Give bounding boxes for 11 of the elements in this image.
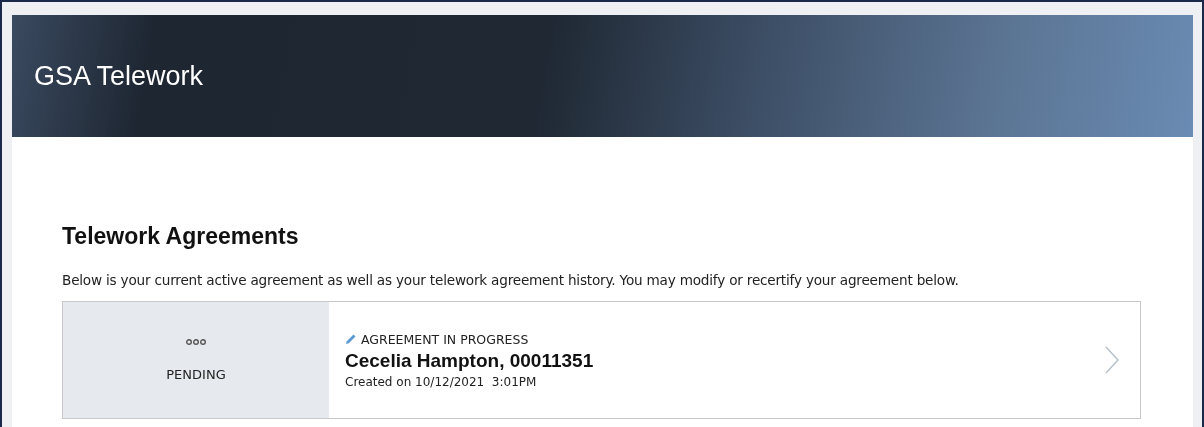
pencil-icon — [345, 333, 357, 345]
status-text: PENDING — [166, 366, 226, 382]
agreement-card[interactable]: PENDING AGREEMENT IN PROGRESS Cecelia Hampton, 00011351 Created on 10/12/2021 3:01PM — [62, 301, 1141, 419]
app-title: GSA Telework — [34, 60, 204, 92]
page-heading: Telework Agreements — [62, 223, 300, 250]
created-date: Created on 10/12/2021 3:01PM — [345, 374, 538, 389]
agreement-label: AGREEMENT IN PROGRESS — [361, 331, 529, 347]
intro-text: Below is your current active agreement as well as your telework agreement history. You may modify or recertify your agreement below. — [62, 272, 960, 288]
employee-name: Cecelia Hampton, 00011351 — [345, 349, 595, 372]
chevron-right-icon — [1104, 345, 1120, 375]
dots-icon — [186, 338, 206, 345]
